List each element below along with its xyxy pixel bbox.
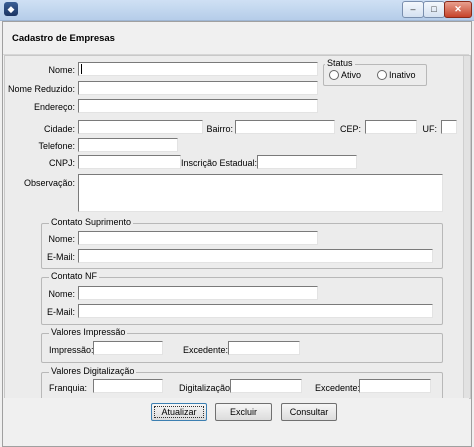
nome-input[interactable]	[78, 62, 318, 76]
suprimento-nome-label: Nome:	[48, 234, 75, 244]
inscricao-label: Inscrição Estadual:	[181, 158, 258, 168]
observacao-textarea[interactable]	[78, 174, 443, 212]
impressao-excedente-input[interactable]	[228, 341, 300, 355]
impressao-label: Impressão:	[49, 345, 94, 355]
nf-email-label: E-Mail:	[46, 307, 75, 317]
inscricao-input[interactable]	[257, 155, 357, 169]
cep-label: CEP:	[339, 124, 361, 134]
nf-nome-label: Nome:	[48, 289, 75, 299]
cep-input[interactable]	[365, 120, 417, 134]
vertical-scrollbar[interactable]	[463, 56, 470, 398]
suprimento-email-input[interactable]	[78, 249, 433, 263]
digitalizacao-input[interactable]	[230, 379, 302, 393]
nome-reduzido-input[interactable]	[78, 81, 318, 95]
digitalizacao-excedente-label: Excedente:	[315, 383, 361, 393]
cidade-label: Cidade:	[43, 124, 75, 134]
contato-nf-title: Contato NF	[49, 271, 100, 282]
telefone-input[interactable]	[78, 138, 178, 152]
telefone-label: Telefone:	[38, 141, 75, 151]
suprimento-nome-input[interactable]	[78, 231, 318, 245]
observacao-label: Observação:	[23, 178, 75, 188]
cnpj-label: CNPJ:	[48, 158, 75, 168]
ativo-label: Ativo	[341, 70, 362, 80]
bairro-input[interactable]	[235, 120, 335, 134]
contato-suprimento-title: Contato Suprimento	[49, 217, 134, 228]
minimize-button[interactable]: –	[402, 1, 424, 18]
valores-impressao-title: Valores Impressão	[49, 327, 128, 338]
suprimento-email-label: E-Mail:	[46, 252, 75, 262]
atualizar-button[interactable]: Atualizar	[151, 403, 207, 421]
uf-input[interactable]	[441, 120, 457, 134]
status-group-title: Status	[325, 58, 355, 69]
nome-label: Nome:	[48, 65, 75, 75]
inativo-radio[interactable]	[377, 70, 387, 80]
impressao-input[interactable]	[93, 341, 163, 355]
digitalizacao-label: Digitalização:	[179, 383, 233, 393]
franquia-input[interactable]	[93, 379, 163, 393]
nome-reduzido-label: Nome Reduzido:	[7, 84, 75, 94]
bairro-label: Bairro:	[206, 124, 233, 134]
impressao-excedente-label: Excedente:	[183, 345, 229, 355]
ativo-radio[interactable]	[329, 70, 339, 80]
form-scroll-area[interactable]: Nome: Status Ativo Inativo Nome Reduzido…	[4, 55, 471, 399]
excluir-button[interactable]: Excluir	[215, 403, 272, 421]
form-title: Cadastro de Empresas	[12, 33, 115, 44]
franquia-label: Franquia:	[49, 383, 88, 393]
inativo-label: Inativo	[389, 70, 416, 80]
consultar-button[interactable]: Consultar	[281, 403, 337, 421]
uf-label: UF:	[422, 124, 438, 134]
endereco-label: Endereço:	[33, 102, 75, 112]
maximize-button[interactable]: □	[423, 1, 445, 18]
nf-nome-input[interactable]	[78, 286, 318, 300]
nf-email-input[interactable]	[78, 304, 433, 318]
valores-digitalizacao-title: Valores Digitalização	[49, 366, 137, 377]
digitalizacao-excedente-input[interactable]	[359, 379, 431, 393]
close-button[interactable]: ✕	[444, 1, 472, 18]
app-icon: ◆	[4, 2, 18, 16]
cnpj-input[interactable]	[78, 155, 181, 169]
endereco-input[interactable]	[78, 99, 318, 113]
cidade-input[interactable]	[78, 120, 203, 134]
